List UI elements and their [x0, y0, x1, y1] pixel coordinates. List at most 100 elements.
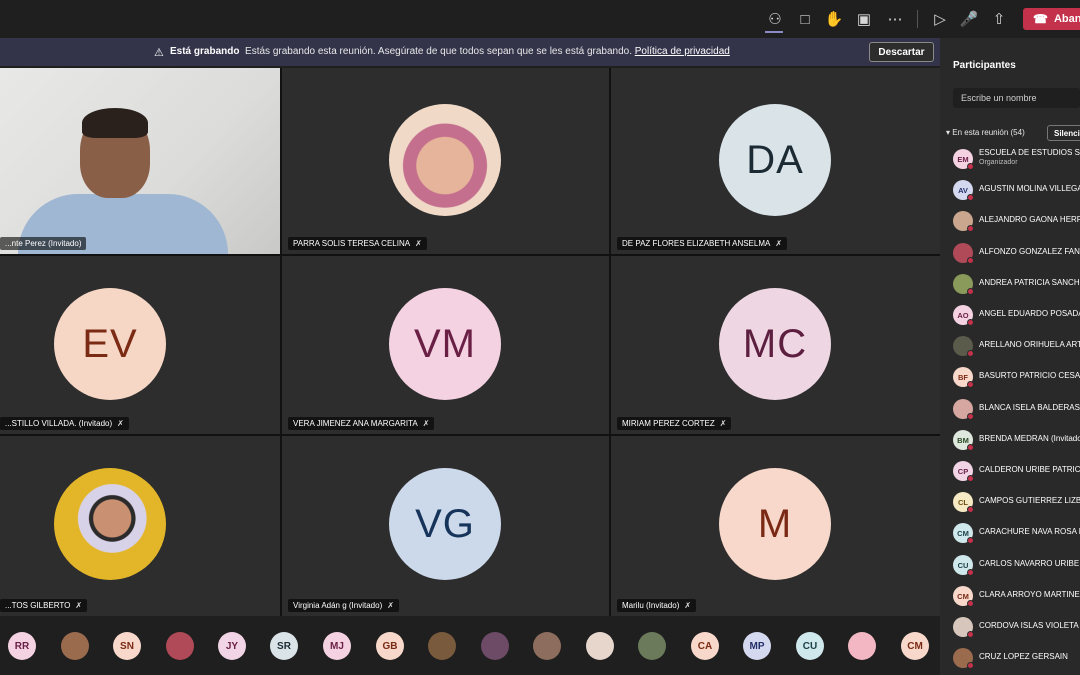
tile-name: ...nte Perez (Invitado): [5, 239, 82, 248]
tile-name: ...TOS GILBERTO: [5, 601, 71, 610]
video-tile[interactable]: PARRA SOLIS TERESA CELINA ✗: [282, 68, 609, 254]
chat-icon[interactable]: □: [794, 8, 816, 30]
avatar-initials: VM: [414, 321, 476, 366]
presence-dot: [967, 257, 974, 264]
participant-row[interactable]: CLCAMPOS GUTIERREZ LIZBETH: [953, 490, 1080, 514]
participant-row[interactable]: ANDREA PATRICIA SANCHEZ: [953, 272, 1080, 296]
presence-dot: [967, 506, 974, 513]
participant-name: BRENDA MEDRAN (Invitado): [979, 434, 1080, 443]
tile-name-tag: DE PAZ FLORES ELIZABETH ANSELMA ✗: [617, 237, 788, 250]
participant-row[interactable]: BM BRENDA MEDRAN (Invitado): [953, 428, 1080, 452]
strip-avatar[interactable]: [848, 632, 876, 660]
participant-avatar: VG: [389, 468, 501, 580]
section-header[interactable]: ▾ En esta reunión (54): [946, 128, 1025, 137]
more-icon[interactable]: ⋯: [884, 8, 906, 30]
breakout-icon[interactable]: ▣: [853, 8, 875, 30]
participant-name: CARLOS NAVARRO URIBE: [979, 559, 1080, 568]
video-tile[interactable]: DA DE PAZ FLORES ELIZABETH ANSELMA ✗: [611, 68, 940, 254]
tile-name-tag: PARRA SOLIS TERESA CELINA ✗: [288, 237, 427, 250]
search-input[interactable]: Escribe un nombre: [953, 88, 1080, 108]
strip-avatar[interactable]: MJ: [323, 632, 351, 660]
strip-avatar[interactable]: [586, 632, 614, 660]
tile-name-tag: ...STILLO VILLADA. (Invitado) ✗: [0, 417, 129, 430]
participant-row[interactable]: ALFONZO GONZALEZ FANTI: [953, 241, 1080, 265]
presence-dot: [967, 319, 974, 326]
strip-avatar[interactable]: [61, 632, 89, 660]
video-tile[interactable]: M Marilu (Invitado) ✗: [611, 436, 940, 616]
raise-hand-icon[interactable]: ✋: [823, 8, 845, 30]
strip-avatar[interactable]: SR: [270, 632, 298, 660]
strip-avatar[interactable]: JY: [218, 632, 246, 660]
participant-name: AGUSTIN MOLINA VILLEGAS: [979, 184, 1080, 193]
strip-avatar[interactable]: [638, 632, 666, 660]
video-tile[interactable]: ...TOS GILBERTO ✗: [0, 436, 280, 616]
participant-name: ANGEL EDUARDO POSADAS: [979, 309, 1080, 318]
participant-row[interactable]: EMESCUELA DE ESTUDIOS SUPERIORESOrganiza…: [953, 147, 1080, 171]
video-tile[interactable]: MC MIRIAM PEREZ CORTEZ ✗: [611, 256, 940, 434]
tile-name-tag: Marilu (Invitado) ✗: [617, 599, 697, 612]
participant-row[interactable]: AV AGUSTIN MOLINA VILLEGAS: [953, 178, 1080, 202]
participant-row[interactable]: CU CARLOS NAVARRO URIBE: [953, 553, 1080, 577]
participant-name: ARELLANO ORIHUELA ARTURO: [979, 340, 1080, 349]
mic-muted-icon: ✗: [117, 419, 124, 428]
leave-button[interactable]: ☎ Abandonar: [1023, 8, 1080, 30]
chevron-down-icon: ▾: [946, 128, 951, 137]
dismiss-button[interactable]: Descartar: [869, 42, 934, 62]
tile-name: Marilu (Invitado): [622, 601, 680, 610]
participant-row[interactable]: ALEJANDRO GAONA HERRERA: [953, 209, 1080, 233]
strip-avatar[interactable]: [533, 632, 561, 660]
presence-dot: [967, 413, 974, 420]
participant-name: BLANCA ISELA BALDERAS: [979, 403, 1080, 412]
presence-dot: [967, 569, 974, 576]
recording-banner: ⚠ Está grabando Estás grabando esta reun…: [0, 38, 940, 66]
participant-name: ESCUELA DE ESTUDIOS SUPERIORES: [979, 148, 1080, 157]
strip-avatar[interactable]: [166, 632, 194, 660]
strip-avatar[interactable]: GB: [376, 632, 404, 660]
participant-name: CARACHURE NAVA ROSA MARIA: [979, 527, 1080, 536]
presence-dot: [967, 444, 974, 451]
strip-avatar[interactable]: [428, 632, 456, 660]
tile-name: MIRIAM PEREZ CORTEZ: [622, 419, 715, 428]
mic-off-icon[interactable]: 🎤: [958, 8, 980, 30]
video-tile[interactable]: VG Virginia Adán g (Invitado) ✗: [282, 436, 609, 616]
strip-avatar[interactable]: CU: [796, 632, 824, 660]
strip-avatar[interactable]: RR: [8, 632, 36, 660]
presence-dot: [967, 194, 974, 201]
participant-row[interactable]: CRUZ LOPEZ GERSAIN: [953, 646, 1080, 670]
participant-name: CAMPOS GUTIERREZ LIZBETH: [979, 496, 1080, 505]
strip-avatar[interactable]: SN: [113, 632, 141, 660]
mute-all-button[interactable]: Silenciar todos: [1047, 125, 1080, 141]
toolbar-divider: [917, 10, 918, 28]
participants-icon[interactable]: ⚇: [764, 8, 786, 30]
participant-row[interactable]: CORDOVA ISLAS VIOLETA: [953, 615, 1080, 639]
participant-row[interactable]: BLANCA ISELA BALDERAS: [953, 397, 1080, 421]
mic-muted-icon: ✗: [775, 239, 783, 248]
participant-row[interactable]: CP CALDERON URIBE PATRICIA: [953, 459, 1080, 483]
presence-dot: [967, 350, 974, 357]
strip-avatar[interactable]: MP: [743, 632, 771, 660]
share-icon[interactable]: ⇧: [988, 8, 1010, 30]
participant-name: CRUZ LOPEZ GERSAIN: [979, 652, 1068, 661]
tile-name: VERA JIMENEZ ANA MARGARITA: [293, 419, 418, 428]
video-tile[interactable]: EV ...STILLO VILLADA. (Invitado) ✗: [0, 256, 280, 434]
participant-row[interactable]: BF BASURTO PATRICIO CESAR: [953, 365, 1080, 389]
mic-muted-icon: ✗: [75, 601, 83, 610]
privacy-link[interactable]: Política de privacidad: [635, 46, 730, 57]
participant-row[interactable]: CM CLARA ARROYO MARTINEZ: [953, 584, 1080, 608]
presence-dot: [967, 475, 974, 482]
participant-row[interactable]: AO ANGEL EDUARDO POSADAS: [953, 303, 1080, 327]
tile-name-tag: MIRIAM PEREZ CORTEZ ✗: [617, 417, 732, 430]
panel-title: Participantes: [953, 60, 1016, 71]
video-tile[interactable]: VM VERA JIMENEZ ANA MARGARITA ✗: [282, 256, 609, 434]
strip-avatar[interactable]: CA: [691, 632, 719, 660]
presence-dot: [967, 225, 974, 232]
mic-muted-icon: ✗: [415, 239, 422, 248]
presence-dot: [967, 537, 974, 544]
participant-row[interactable]: CMCARACHURE NAVA ROSA MARIA: [953, 521, 1080, 545]
tile-name-tag: VERA JIMENEZ ANA MARGARITA ✗: [288, 417, 435, 430]
video-tile[interactable]: ...nte Perez (Invitado): [0, 68, 280, 254]
participant-row[interactable]: ARELLANO ORIHUELA ARTURO: [953, 334, 1080, 358]
strip-avatar[interactable]: CM: [901, 632, 929, 660]
camera-off-icon[interactable]: ▷: [929, 8, 951, 30]
strip-avatar[interactable]: [481, 632, 509, 660]
